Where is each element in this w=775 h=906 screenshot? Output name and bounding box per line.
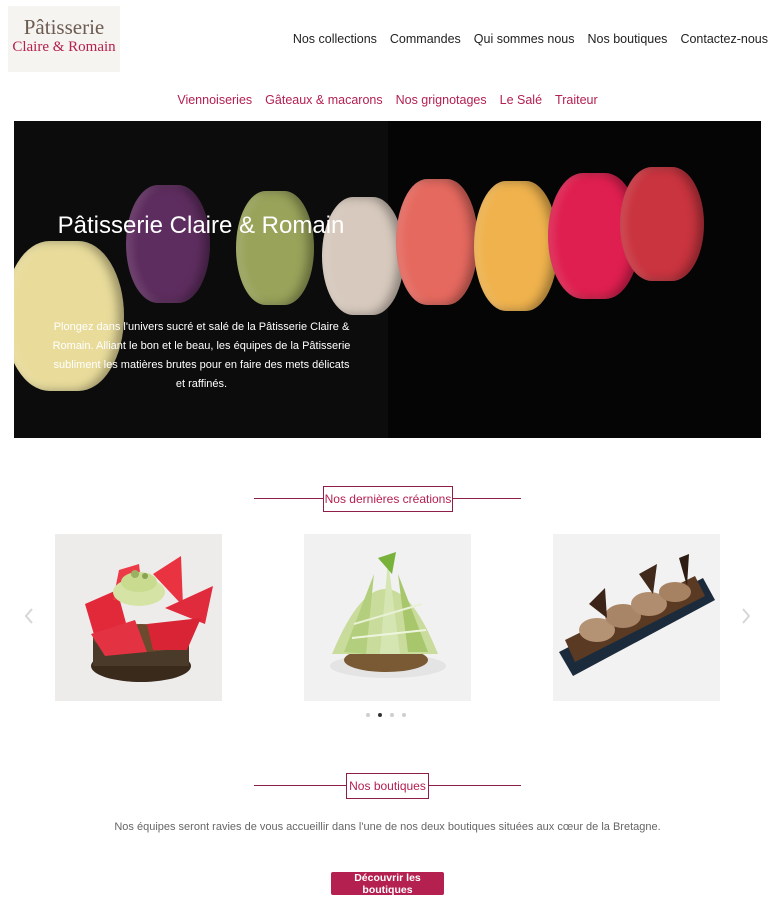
carousel-dot-2[interactable] xyxy=(378,713,382,717)
logo-line-2: Claire & Romain xyxy=(12,39,116,55)
sub-nav-item-traiteur[interactable]: Traiteur xyxy=(555,93,598,107)
sub-nav-item-grignotages[interactable]: Nos grignotages xyxy=(396,93,487,107)
carousel-dot-3[interactable] xyxy=(390,713,394,717)
hero-description: Plongez dans l'univers sucré et salé de … xyxy=(52,321,351,390)
nav-item-collections[interactable]: Nos collections xyxy=(293,32,377,46)
praline-eclair-image xyxy=(553,534,720,701)
macaron-image-pistachio xyxy=(236,191,314,305)
carousel-pagination xyxy=(366,713,406,717)
creation-card-strawberry-tart[interactable] xyxy=(55,534,222,701)
sub-nav-item-sale[interactable]: Le Salé xyxy=(500,93,542,107)
site-logo[interactable]: Pâtisserie Claire & Romain xyxy=(8,6,120,72)
carousel-next-button[interactable] xyxy=(741,608,751,629)
macaron-image-caramel xyxy=(474,181,558,311)
chevron-left-icon xyxy=(24,608,33,624)
carousel-prev-button[interactable] xyxy=(24,608,34,629)
sub-nav-item-viennoiseries[interactable]: Viennoiseries xyxy=(177,93,252,107)
creation-card-praline-eclair[interactable] xyxy=(553,534,720,701)
hero-banner: Pâtisserie Claire & Romain Plongez dans … xyxy=(14,121,761,438)
nav-item-qui-sommes-nous[interactable]: Qui sommes nous xyxy=(474,32,575,46)
carousel-dot-1[interactable] xyxy=(366,713,370,717)
boutiques-section-header: Nos boutiques xyxy=(0,773,775,799)
nav-item-commandes[interactable]: Commandes xyxy=(390,32,461,46)
category-navigation: Viennoiseries Gâteaux & macarons Nos gri… xyxy=(0,93,775,107)
macaron-image-purple xyxy=(126,185,210,303)
discover-boutiques-button[interactable]: Découvrir les boutiques xyxy=(331,872,444,896)
macaron-image-red xyxy=(620,167,704,281)
nav-item-contact[interactable]: Contactez-nous xyxy=(680,32,768,46)
sub-nav-item-gateaux[interactable]: Gâteaux & macarons xyxy=(265,93,382,107)
chevron-right-icon xyxy=(742,608,751,624)
green-apple-dessert-image xyxy=(304,534,471,701)
macaron-image-coral xyxy=(396,179,478,305)
logo-line-1: Pâtisserie xyxy=(23,15,105,39)
main-navigation: Nos collections Commandes Qui sommes nou… xyxy=(293,32,768,46)
nav-item-boutiques[interactable]: Nos boutiques xyxy=(588,32,668,46)
carousel-dot-4[interactable] xyxy=(402,713,406,717)
creations-heading: Nos dernières créations xyxy=(323,486,453,512)
hero-title: Pâtisserie Claire & Romain xyxy=(57,212,345,239)
strawberry-tart-image xyxy=(55,534,222,701)
boutiques-description: Nos équipes seront ravies de vous accuei… xyxy=(114,821,661,833)
creations-section-header: Nos dernières créations xyxy=(0,486,775,512)
boutiques-heading: Nos boutiques xyxy=(346,773,429,799)
creation-card-apple-dessert[interactable] xyxy=(304,534,471,701)
